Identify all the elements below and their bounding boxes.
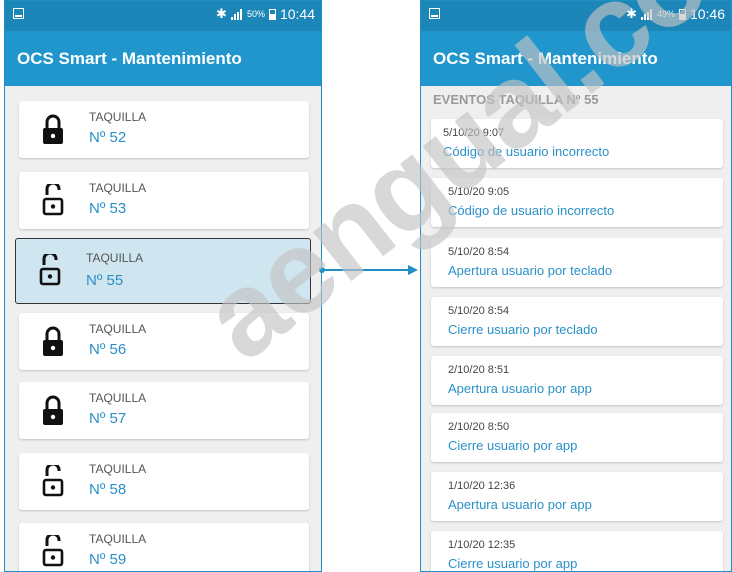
event-date: 1/10/20 12:36: [448, 480, 516, 492]
event-item[interactable]: 5/10/20 8:54 Apertura usuario por teclado: [431, 238, 723, 287]
locker-number: Nº 58: [89, 481, 127, 498]
locker-title: TAQUILLA: [86, 251, 144, 265]
signal-icon: [640, 8, 653, 20]
event-date: 5/10/20 9:05: [448, 186, 510, 198]
event-description: Apertura usuario por app: [448, 497, 592, 512]
locker-title: TAQUILLA: [89, 391, 147, 405]
event-item[interactable]: 2/10/20 8:50 Cierre usuario por app: [431, 413, 723, 462]
event-date: 5/10/20 8:54: [448, 246, 510, 258]
events-header: EVENTOS TAQUILLA Nº 55: [433, 92, 599, 107]
status-time: 10:46: [689, 6, 725, 22]
lock-open-icon: [41, 532, 65, 567]
event-description: Cierre usuario por app: [448, 438, 578, 453]
battery-percent: 49%: [656, 9, 675, 19]
event-item[interactable]: 2/10/20 8:51 Apertura usuario por app: [431, 356, 723, 405]
bluetooth-icon: ✱: [626, 6, 637, 21]
status-time: 10:44: [279, 6, 315, 22]
locker-title: TAQUILLA: [89, 110, 147, 124]
event-item[interactable]: 1/10/20 12:36 Apertura usuario por app: [431, 472, 723, 521]
event-date: 5/10/20 8:54: [448, 305, 510, 317]
battery-icon: [678, 8, 686, 20]
status-bar: ✱ 49% 10:46: [421, 1, 731, 31]
lock-closed-icon: [41, 113, 65, 145]
event-item[interactable]: 1/10/20 12:35 Cierre usuario por app: [431, 531, 723, 571]
battery-percent: 50%: [246, 9, 265, 19]
event-date: 2/10/20 8:50: [448, 421, 510, 433]
event-item[interactable]: 5/10/20 9:07 Código de usuario incorrecto: [431, 119, 723, 168]
event-description: Código de usuario incorrecto: [448, 203, 615, 218]
app-title: OCS Smart - Mantenimiento: [5, 31, 321, 86]
locker-item[interactable]: TAQUILLA Nº 53: [19, 172, 309, 229]
event-description: Código de usuario incorrecto: [443, 144, 610, 159]
locker-item[interactable]: TAQUILLA Nº 57: [19, 382, 309, 439]
arrow-right-icon: [408, 265, 418, 275]
locker-item[interactable]: TAQUILLA Nº 59: [19, 523, 309, 571]
locker-number: Nº 55: [86, 272, 124, 289]
event-description: Apertura usuario por app: [448, 381, 592, 396]
bluetooth-icon: ✱: [216, 6, 227, 21]
app-title: OCS Smart - Mantenimiento: [421, 31, 731, 86]
locker-title: TAQUILLA: [89, 532, 147, 546]
signal-icon: [230, 8, 243, 20]
event-description: Cierre usuario por app: [448, 556, 578, 571]
locker-item[interactable]: TAQUILLA Nº 52: [19, 101, 309, 158]
locker-title: TAQUILLA: [89, 181, 147, 195]
locker-number: Nº 52: [89, 129, 127, 146]
lock-open-icon: [41, 462, 65, 497]
event-date: 2/10/20 8:51: [448, 364, 510, 376]
locker-item[interactable]: TAQUILLA Nº 56: [19, 313, 309, 370]
status-bar: ✱ 50% 10:44: [5, 1, 321, 31]
battery-icon: [268, 8, 276, 20]
locker-title: TAQUILLA: [89, 462, 147, 476]
lock-closed-icon: [41, 394, 65, 426]
lock-closed-icon: [41, 325, 65, 357]
screenshot-notification-icon: [13, 8, 24, 19]
locker-number: Nº 59: [89, 551, 127, 568]
locker-number: Nº 53: [89, 200, 127, 217]
locker-item[interactable]: TAQUILLA Nº 58: [19, 453, 309, 510]
locker-item[interactable]: TAQUILLA Nº 55: [15, 238, 311, 304]
screenshot-notification-icon: [429, 8, 440, 19]
locker-number: Nº 57: [89, 410, 127, 427]
locker-list: TAQUILLA Nº 52 TAQUILLA Nº 53 TAQUILLA Nº 55 T…: [5, 86, 321, 571]
locker-events-screen: ✱ 49% 10:46 OCS Smart - Mantenimiento EV…: [420, 0, 732, 572]
event-item[interactable]: 5/10/20 8:54 Cierre usuario por teclado: [431, 297, 723, 346]
locker-number: Nº 56: [89, 341, 127, 358]
event-date: 5/10/20 9:07: [443, 127, 505, 139]
connector-arrow-line: [322, 269, 412, 271]
lock-open-icon: [41, 181, 65, 216]
locker-title: TAQUILLA: [89, 322, 147, 336]
locker-list-screen: ✱ 50% 10:44 OCS Smart - Mantenimiento TA…: [4, 0, 322, 572]
lock-open-icon: [38, 251, 62, 286]
event-item[interactable]: 5/10/20 9:05 Código de usuario incorrecto: [431, 178, 723, 227]
event-description: Apertura usuario por teclado: [448, 263, 613, 278]
event-description: Cierre usuario por teclado: [448, 322, 598, 337]
event-date: 1/10/20 12:35: [448, 539, 516, 551]
